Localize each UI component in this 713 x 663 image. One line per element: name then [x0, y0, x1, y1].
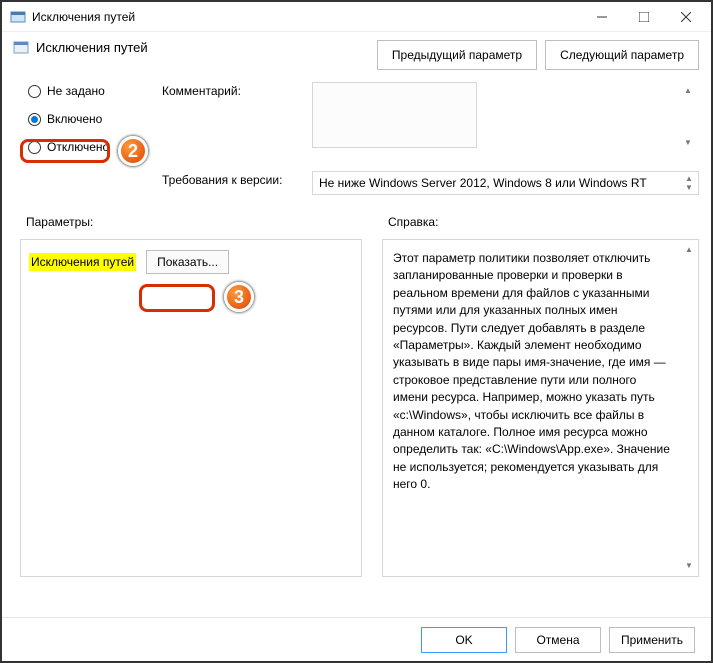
param-name-highlight: Исключения путей	[29, 253, 136, 271]
show-button[interactable]: Показать...	[146, 250, 229, 274]
requirements-value: Не ниже Windows Server 2012, Windows 8 и…	[319, 176, 647, 190]
comment-row: Комментарий: ▲▼	[162, 82, 699, 151]
radio-icon-checked	[28, 113, 41, 126]
next-setting-button[interactable]: Следующий параметр	[545, 40, 699, 70]
lower-panels: Параметры: Исключения путей Показать... …	[2, 195, 711, 577]
page-title: Исключения путей	[36, 40, 148, 55]
help-box: Этот параметр политики позволяет отключи…	[382, 239, 699, 577]
callout-2: 2	[118, 136, 148, 166]
footer: OK Отмена Применить	[2, 617, 711, 661]
radio-enabled[interactable]: Включено	[28, 112, 138, 126]
scroll-arrows[interactable]: ▲▼	[682, 244, 696, 572]
radio-label: Не задано	[47, 84, 105, 98]
radio-icon	[28, 141, 41, 154]
window-title: Исключения путей	[32, 10, 581, 24]
scroll-arrows[interactable]: ▲▼	[682, 174, 696, 192]
radio-label: Включено	[47, 112, 102, 126]
radio-group: Не задано Включено Отключено	[28, 82, 138, 195]
app-icon	[10, 9, 26, 25]
callout-3: 3	[224, 282, 254, 312]
close-button[interactable]	[665, 3, 707, 31]
policy-icon	[12, 38, 30, 56]
params-section-label: Параметры:	[26, 215, 362, 229]
requirements-row: Требования к версии: Не ниже Windows Ser…	[162, 171, 699, 195]
requirements-label: Требования к версии:	[162, 171, 302, 187]
scroll-arrows[interactable]: ▲▼	[681, 86, 695, 147]
config-row: Не задано Включено Отключено Комментарий…	[2, 82, 711, 195]
header-row: Исключения путей Предыдущий параметр Сле…	[2, 32, 711, 82]
requirements-box: Не ниже Windows Server 2012, Windows 8 и…	[312, 171, 699, 195]
params-item: Исключения путей Показать...	[29, 250, 353, 274]
help-section-label: Справка:	[388, 215, 699, 229]
comment-label: Комментарий:	[162, 82, 302, 98]
radio-label: Отключено	[47, 140, 109, 154]
params-box: Исключения путей Показать...	[20, 239, 362, 577]
radio-icon	[28, 85, 41, 98]
comment-input[interactable]	[312, 82, 477, 148]
window-controls	[581, 3, 707, 31]
help-text: Этот параметр политики позволяет отключи…	[393, 250, 688, 493]
ok-button[interactable]: OK	[421, 627, 507, 653]
apply-button[interactable]: Применить	[609, 627, 695, 653]
minimize-button[interactable]	[581, 3, 623, 31]
titlebar: Исключения путей	[2, 2, 711, 32]
prev-setting-button[interactable]: Предыдущий параметр	[377, 40, 537, 70]
radio-not-configured[interactable]: Не задано	[28, 84, 138, 98]
cancel-button[interactable]: Отмена	[515, 627, 601, 653]
maximize-button[interactable]	[623, 3, 665, 31]
